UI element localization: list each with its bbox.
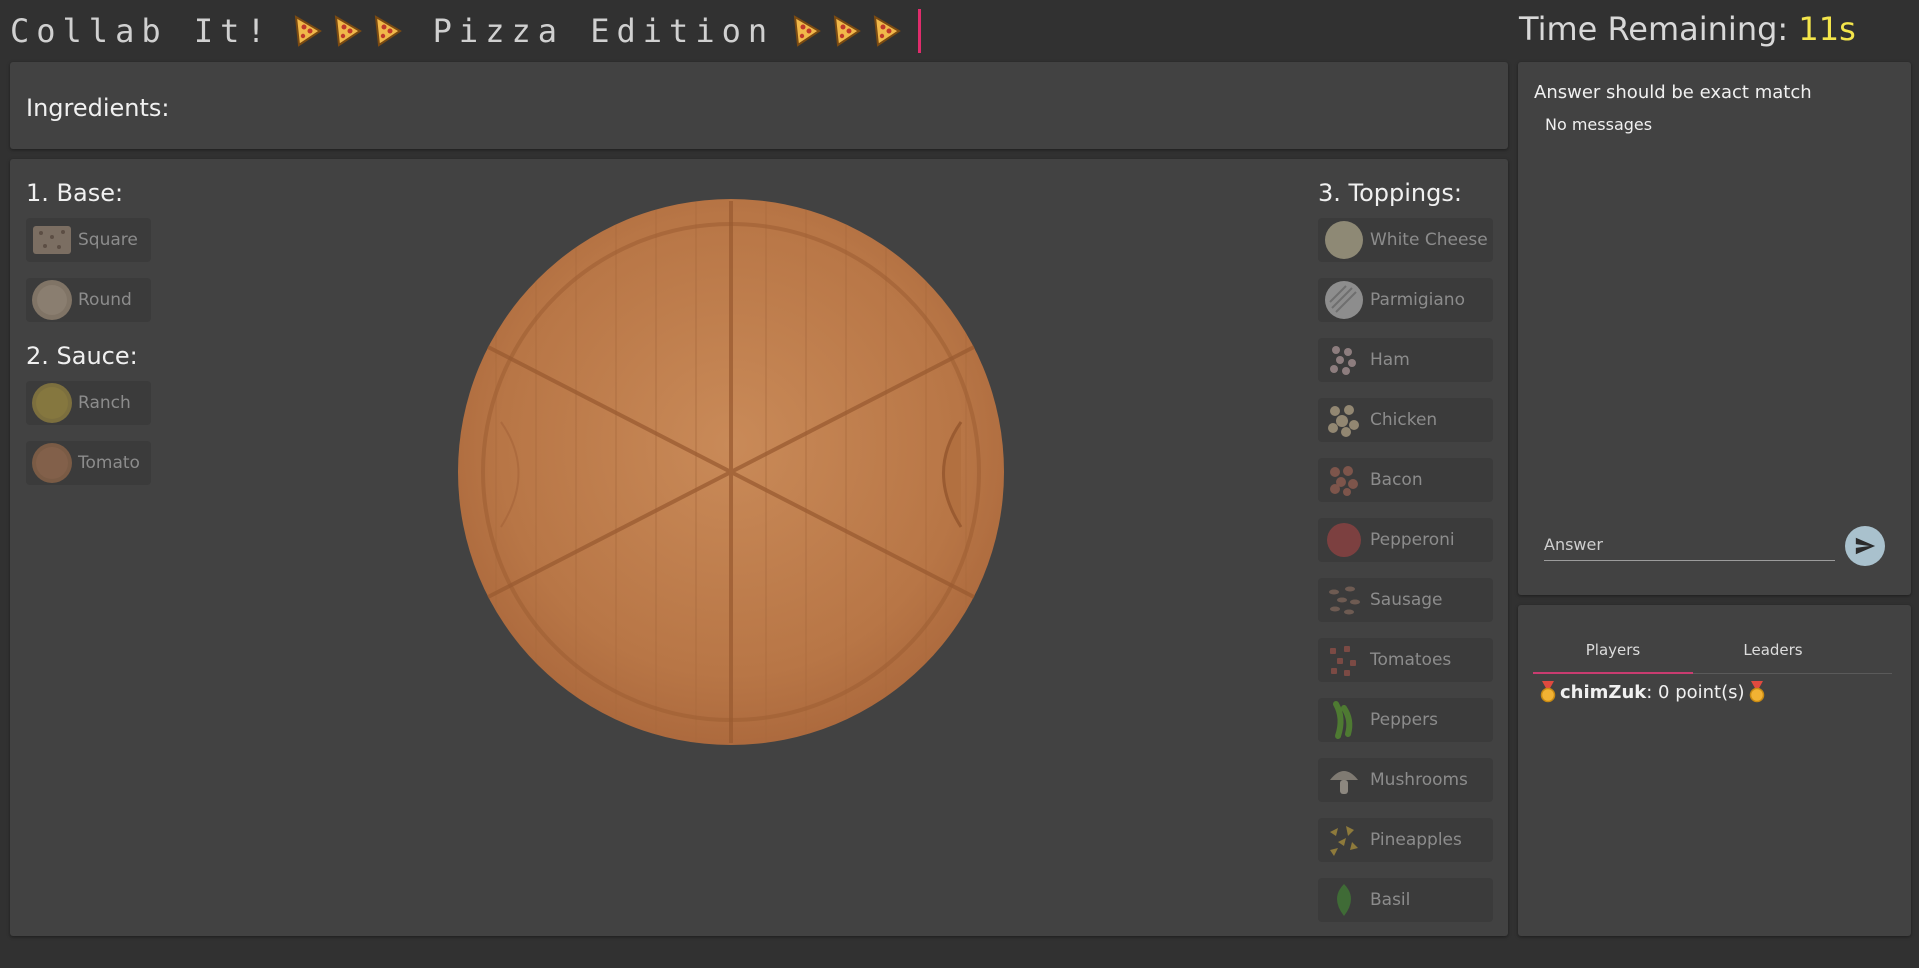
topping-label: Pepperoni [1370,530,1455,550]
topping-label: Sausage [1370,590,1443,610]
topping-ham[interactable]: Ham [1318,338,1493,382]
topping-bacon[interactable]: Bacon [1318,458,1493,502]
square-base-icon [30,218,74,262]
player-entry: chimZuk : 0 point(s) [1536,681,1769,703]
pepperoni-icon [1322,518,1366,562]
sauce-option-label: Tomato [78,453,140,473]
round-base-icon [30,278,74,322]
answer-hint: Answer should be exact match [1534,82,1812,103]
answer-input[interactable] [1544,529,1835,560]
sausage-icon [1322,578,1366,622]
topping-white-cheese[interactable]: White Cheese [1318,218,1493,262]
topping-label: Bacon [1370,470,1423,490]
pizza-slice-icon [833,15,861,47]
mushroom-icon [1322,758,1366,802]
sauce-option-tomato[interactable]: Tomato [26,441,151,485]
medal-icon [1540,681,1556,703]
topping-label: Ham [1370,350,1410,370]
topping-pineapples[interactable]: Pineapples [1318,818,1493,862]
timer-label: Time Remaining: [1519,10,1789,48]
bacon-icon [1322,458,1366,502]
peppers-icon [1322,698,1366,742]
chicken-icon [1322,398,1366,442]
topping-sausage[interactable]: Sausage [1318,578,1493,622]
topping-parmigiano[interactable]: Parmigiano [1318,278,1493,322]
topping-pepperoni[interactable]: Pepperoni [1318,518,1493,562]
tomatoes-icon [1322,638,1366,682]
ingredients-panel: Ingredients: [10,62,1508,149]
player-points: : 0 point(s) [1646,681,1745,703]
pizza-board[interactable] [456,197,1006,747]
pineapple-icon [1322,818,1366,862]
parmigiano-icon [1322,278,1366,322]
answer-field-wrapper [1544,529,1835,561]
app-title: Collab It! Pizza Edition [10,8,922,54]
medal-icon [1749,681,1764,703]
sauce-option-label: Ranch [78,393,131,413]
topping-label: Peppers [1370,710,1438,730]
text-cursor [918,9,922,53]
tab-leaders[interactable]: Leaders [1693,629,1853,673]
send-button[interactable] [1845,526,1885,566]
time-remaining: Time Remaining: 11s [1519,10,1856,48]
basil-icon [1322,878,1366,922]
pizza-slice-icon [793,15,821,47]
ham-icon [1322,338,1366,382]
topping-label: Chicken [1370,410,1438,430]
player-name: chimZuk [1560,681,1647,703]
timer-value: 11s [1798,10,1856,48]
base-option-square[interactable]: Square [26,218,151,262]
pizza-builder-panel: 1. Base: Square Round 2. Sauce: Ranch To… [10,159,1508,936]
chat-panel: Answer should be exact match No messages [1518,62,1911,595]
topping-chicken[interactable]: Chicken [1318,398,1493,442]
pizza-slice-icon [873,15,901,47]
title-right: Pizza Edition [432,12,775,50]
topping-label: Basil [1370,890,1411,910]
no-messages-text: No messages [1545,115,1653,134]
toppings-heading: 3. Toppings: [1318,179,1462,207]
pizza-slice-icon [374,15,402,47]
ingredients-heading: Ingredients: [26,94,170,122]
base-option-label: Square [78,230,138,250]
tomato-sauce-icon [30,441,74,485]
pizza-slice-icon [294,15,322,47]
base-option-round[interactable]: Round [26,278,151,322]
base-heading: 1. Base: [26,179,124,207]
pizza-slice-icon [334,15,362,47]
tab-players[interactable]: Players [1533,629,1693,674]
sauce-heading: 2. Sauce: [26,342,138,370]
topping-mushrooms[interactable]: Mushrooms [1318,758,1493,802]
topping-basil[interactable]: Basil [1318,878,1493,922]
send-icon [1855,537,1876,555]
topping-peppers[interactable]: Peppers [1318,698,1493,742]
topping-label: Tomatoes [1370,650,1452,670]
scores-tabs: Players Leaders [1533,629,1892,674]
title-left: Collab It! [10,12,273,50]
ranch-sauce-icon [30,381,74,425]
base-option-label: Round [78,290,132,310]
topping-label: Parmigiano [1370,290,1465,310]
topping-tomatoes[interactable]: Tomatoes [1318,638,1493,682]
white-cheese-icon [1322,218,1366,262]
scores-panel: Players Leaders chimZuk : 0 point(s) [1518,605,1911,936]
topping-label: Mushrooms [1370,770,1468,790]
topping-label: Pineapples [1370,830,1462,850]
sauce-option-ranch[interactable]: Ranch [26,381,151,425]
topping-label: White Cheese [1370,230,1488,250]
